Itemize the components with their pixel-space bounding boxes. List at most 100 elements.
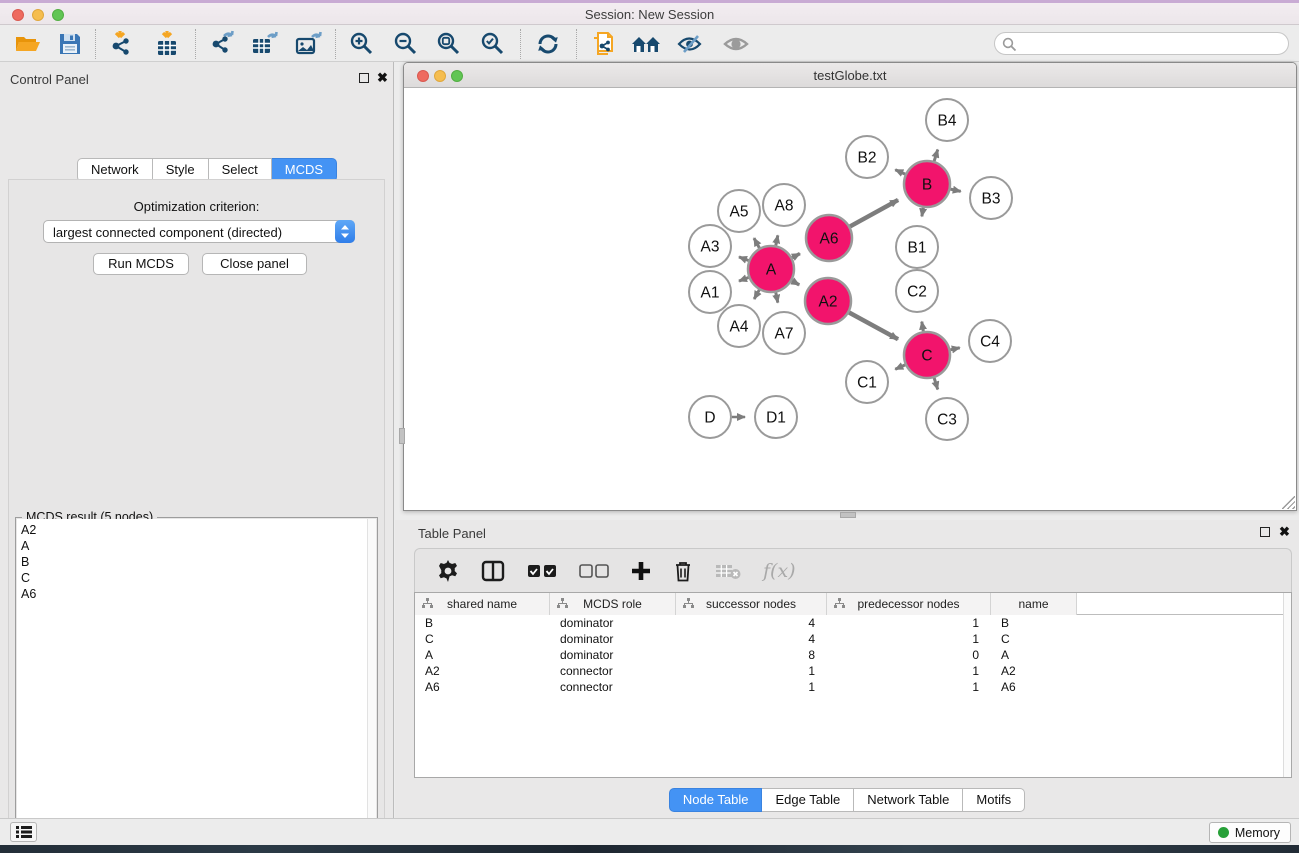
mcds-result-item[interactable]: A bbox=[21, 538, 368, 554]
graph-node-C[interactable]: C bbox=[904, 332, 950, 378]
search-input[interactable] bbox=[994, 32, 1289, 55]
close-panel-icon[interactable]: ✖ bbox=[377, 73, 388, 83]
window-resize-grip[interactable] bbox=[1282, 496, 1295, 509]
graph-node-B1[interactable]: B1 bbox=[896, 226, 938, 268]
import-network-icon[interactable] bbox=[104, 28, 140, 60]
splitter-handle[interactable] bbox=[840, 512, 856, 518]
graph-edge-B-B4[interactable] bbox=[934, 150, 938, 162]
graph-edge-A2-C[interactable] bbox=[849, 312, 898, 339]
graph-node-A2[interactable]: A2 bbox=[805, 278, 851, 324]
graph-edge-B-B1[interactable] bbox=[922, 208, 923, 217]
splitter-handle[interactable] bbox=[399, 428, 405, 444]
column-header-MCDS-role[interactable]: MCDS role bbox=[550, 593, 676, 615]
show-columns-icon[interactable] bbox=[481, 560, 505, 582]
graph-node-A6[interactable]: A6 bbox=[806, 215, 852, 261]
graph-node-A1[interactable]: A1 bbox=[689, 271, 731, 313]
tab-node-table[interactable]: Node Table bbox=[669, 788, 763, 812]
column-header-shared-name[interactable]: shared name bbox=[415, 593, 550, 615]
close-panel-icon[interactable]: ✖ bbox=[1279, 527, 1290, 537]
mcds-result-item[interactable]: B bbox=[21, 554, 368, 570]
open-file-icon[interactable] bbox=[10, 28, 46, 60]
float-panel-icon[interactable] bbox=[1260, 527, 1270, 537]
graph-edge-A-A6[interactable] bbox=[792, 254, 800, 258]
column-header-successor-nodes[interactable]: successor nodes bbox=[676, 593, 827, 615]
function-builder-icon[interactable]: f(x) bbox=[763, 560, 796, 582]
graph-node-C3[interactable]: C3 bbox=[926, 398, 968, 440]
graph-node-A4[interactable]: A4 bbox=[718, 305, 760, 347]
table-scrollbar[interactable] bbox=[1283, 593, 1291, 777]
export-image-icon[interactable] bbox=[290, 28, 326, 60]
graph-edge-A-A7[interactable] bbox=[776, 293, 778, 303]
graph-node-A3[interactable]: A3 bbox=[689, 225, 731, 267]
zoom-out-icon[interactable] bbox=[388, 28, 424, 60]
memory-button[interactable]: Memory bbox=[1209, 822, 1291, 843]
network-canvas[interactable]: B4B2BB3A8A5A6A3B1AC2A1A2A4A7C4CC1C3DD1 bbox=[404, 88, 1296, 510]
graph-edge-A-A8[interactable] bbox=[776, 235, 778, 245]
zoom-fit-icon[interactable] bbox=[431, 28, 467, 60]
graph-edge-C-C3[interactable] bbox=[934, 378, 938, 390]
zoom-in-icon[interactable] bbox=[344, 28, 380, 60]
table-row[interactable]: Adominator80A bbox=[415, 647, 1291, 663]
graph-node-B4[interactable]: B4 bbox=[926, 99, 968, 141]
mcds-result-item[interactable]: C bbox=[21, 570, 368, 586]
mcds-list-scrollbar[interactable] bbox=[367, 519, 376, 853]
tab-edge-table[interactable]: Edge Table bbox=[762, 788, 854, 812]
graph-node-C2[interactable]: C2 bbox=[896, 270, 938, 312]
delete-column-icon[interactable] bbox=[673, 560, 693, 582]
refresh-icon[interactable] bbox=[530, 28, 566, 60]
hide-selected-icon[interactable] bbox=[672, 28, 708, 60]
run-mcds-button[interactable]: Run MCDS bbox=[93, 253, 189, 275]
task-history-button[interactable] bbox=[10, 822, 37, 842]
table-row[interactable]: Cdominator41C bbox=[415, 631, 1291, 647]
network-window-titlebar[interactable]: testGlobe.txt bbox=[404, 63, 1296, 88]
export-network-icon[interactable] bbox=[204, 28, 240, 60]
graph-edge-A-A4[interactable] bbox=[754, 290, 759, 299]
graph-node-A[interactable]: A bbox=[748, 246, 794, 292]
graph-node-A7[interactable]: A7 bbox=[763, 312, 805, 354]
select-all-icon[interactable] bbox=[527, 564, 557, 578]
show-graphics-details-icon[interactable] bbox=[586, 28, 622, 60]
table-row[interactable]: Bdominator41B bbox=[415, 615, 1291, 631]
save-session-icon[interactable] bbox=[52, 28, 88, 60]
mcds-result-list[interactable]: A2ABCA6 bbox=[17, 519, 368, 853]
graph-edge-B-B2[interactable] bbox=[895, 170, 905, 174]
export-table-icon[interactable] bbox=[246, 28, 282, 60]
graph-node-B2[interactable]: B2 bbox=[846, 136, 888, 178]
table-options-gear-icon[interactable] bbox=[437, 560, 459, 582]
mcds-result-item[interactable]: A2 bbox=[21, 522, 368, 538]
graph-edge-C-C2[interactable] bbox=[922, 322, 924, 332]
graph-node-D[interactable]: D bbox=[689, 396, 731, 438]
graph-node-A5[interactable]: A5 bbox=[718, 190, 760, 232]
graph-node-B3[interactable]: B3 bbox=[970, 177, 1012, 219]
deselect-all-icon[interactable] bbox=[579, 564, 609, 578]
graph-node-C1[interactable]: C1 bbox=[846, 361, 888, 403]
node-table[interactable]: shared nameMCDS rolesuccessor nodesprede… bbox=[414, 592, 1292, 778]
tab-motifs[interactable]: Motifs bbox=[963, 788, 1025, 812]
graph-node-A8[interactable]: A8 bbox=[763, 184, 805, 226]
import-table-icon[interactable] bbox=[150, 28, 186, 60]
graph-node-B[interactable]: B bbox=[904, 161, 950, 207]
graph-edge-C-C1[interactable] bbox=[895, 365, 905, 369]
graph-edge-A-A2[interactable] bbox=[792, 281, 799, 285]
network-graph[interactable]: B4B2BB3A8A5A6A3B1AC2A1A2A4A7C4CC1C3DD1 bbox=[404, 88, 1296, 510]
zoom-selected-icon[interactable] bbox=[475, 28, 511, 60]
graph-node-D1[interactable]: D1 bbox=[755, 396, 797, 438]
tab-network-table[interactable]: Network Table bbox=[854, 788, 963, 812]
graph-edge-A-A5[interactable] bbox=[754, 238, 759, 248]
first-neighbors-icon[interactable] bbox=[628, 28, 664, 60]
mcds-result-item[interactable]: A6 bbox=[21, 586, 368, 602]
graph-edge-B-B3[interactable] bbox=[950, 189, 960, 191]
show-all-icon[interactable] bbox=[718, 28, 754, 60]
table-row[interactable]: A2connector11A2 bbox=[415, 663, 1291, 679]
close-panel-button[interactable]: Close panel bbox=[202, 253, 307, 275]
graph-edge-A-A3[interactable] bbox=[739, 257, 749, 261]
criterion-select[interactable]: largest connected component (directed) bbox=[43, 220, 355, 243]
graph-edge-A-A1[interactable] bbox=[739, 277, 749, 281]
column-header-name[interactable]: name bbox=[991, 593, 1077, 615]
graph-edge-A6-B[interactable] bbox=[850, 200, 898, 226]
delete-table-icon[interactable] bbox=[715, 562, 741, 580]
graph-edge-C-C4[interactable] bbox=[950, 348, 959, 350]
column-header-predecessor-nodes[interactable]: predecessor nodes bbox=[827, 593, 991, 615]
add-column-icon[interactable] bbox=[631, 561, 651, 581]
float-panel-icon[interactable] bbox=[359, 73, 369, 83]
